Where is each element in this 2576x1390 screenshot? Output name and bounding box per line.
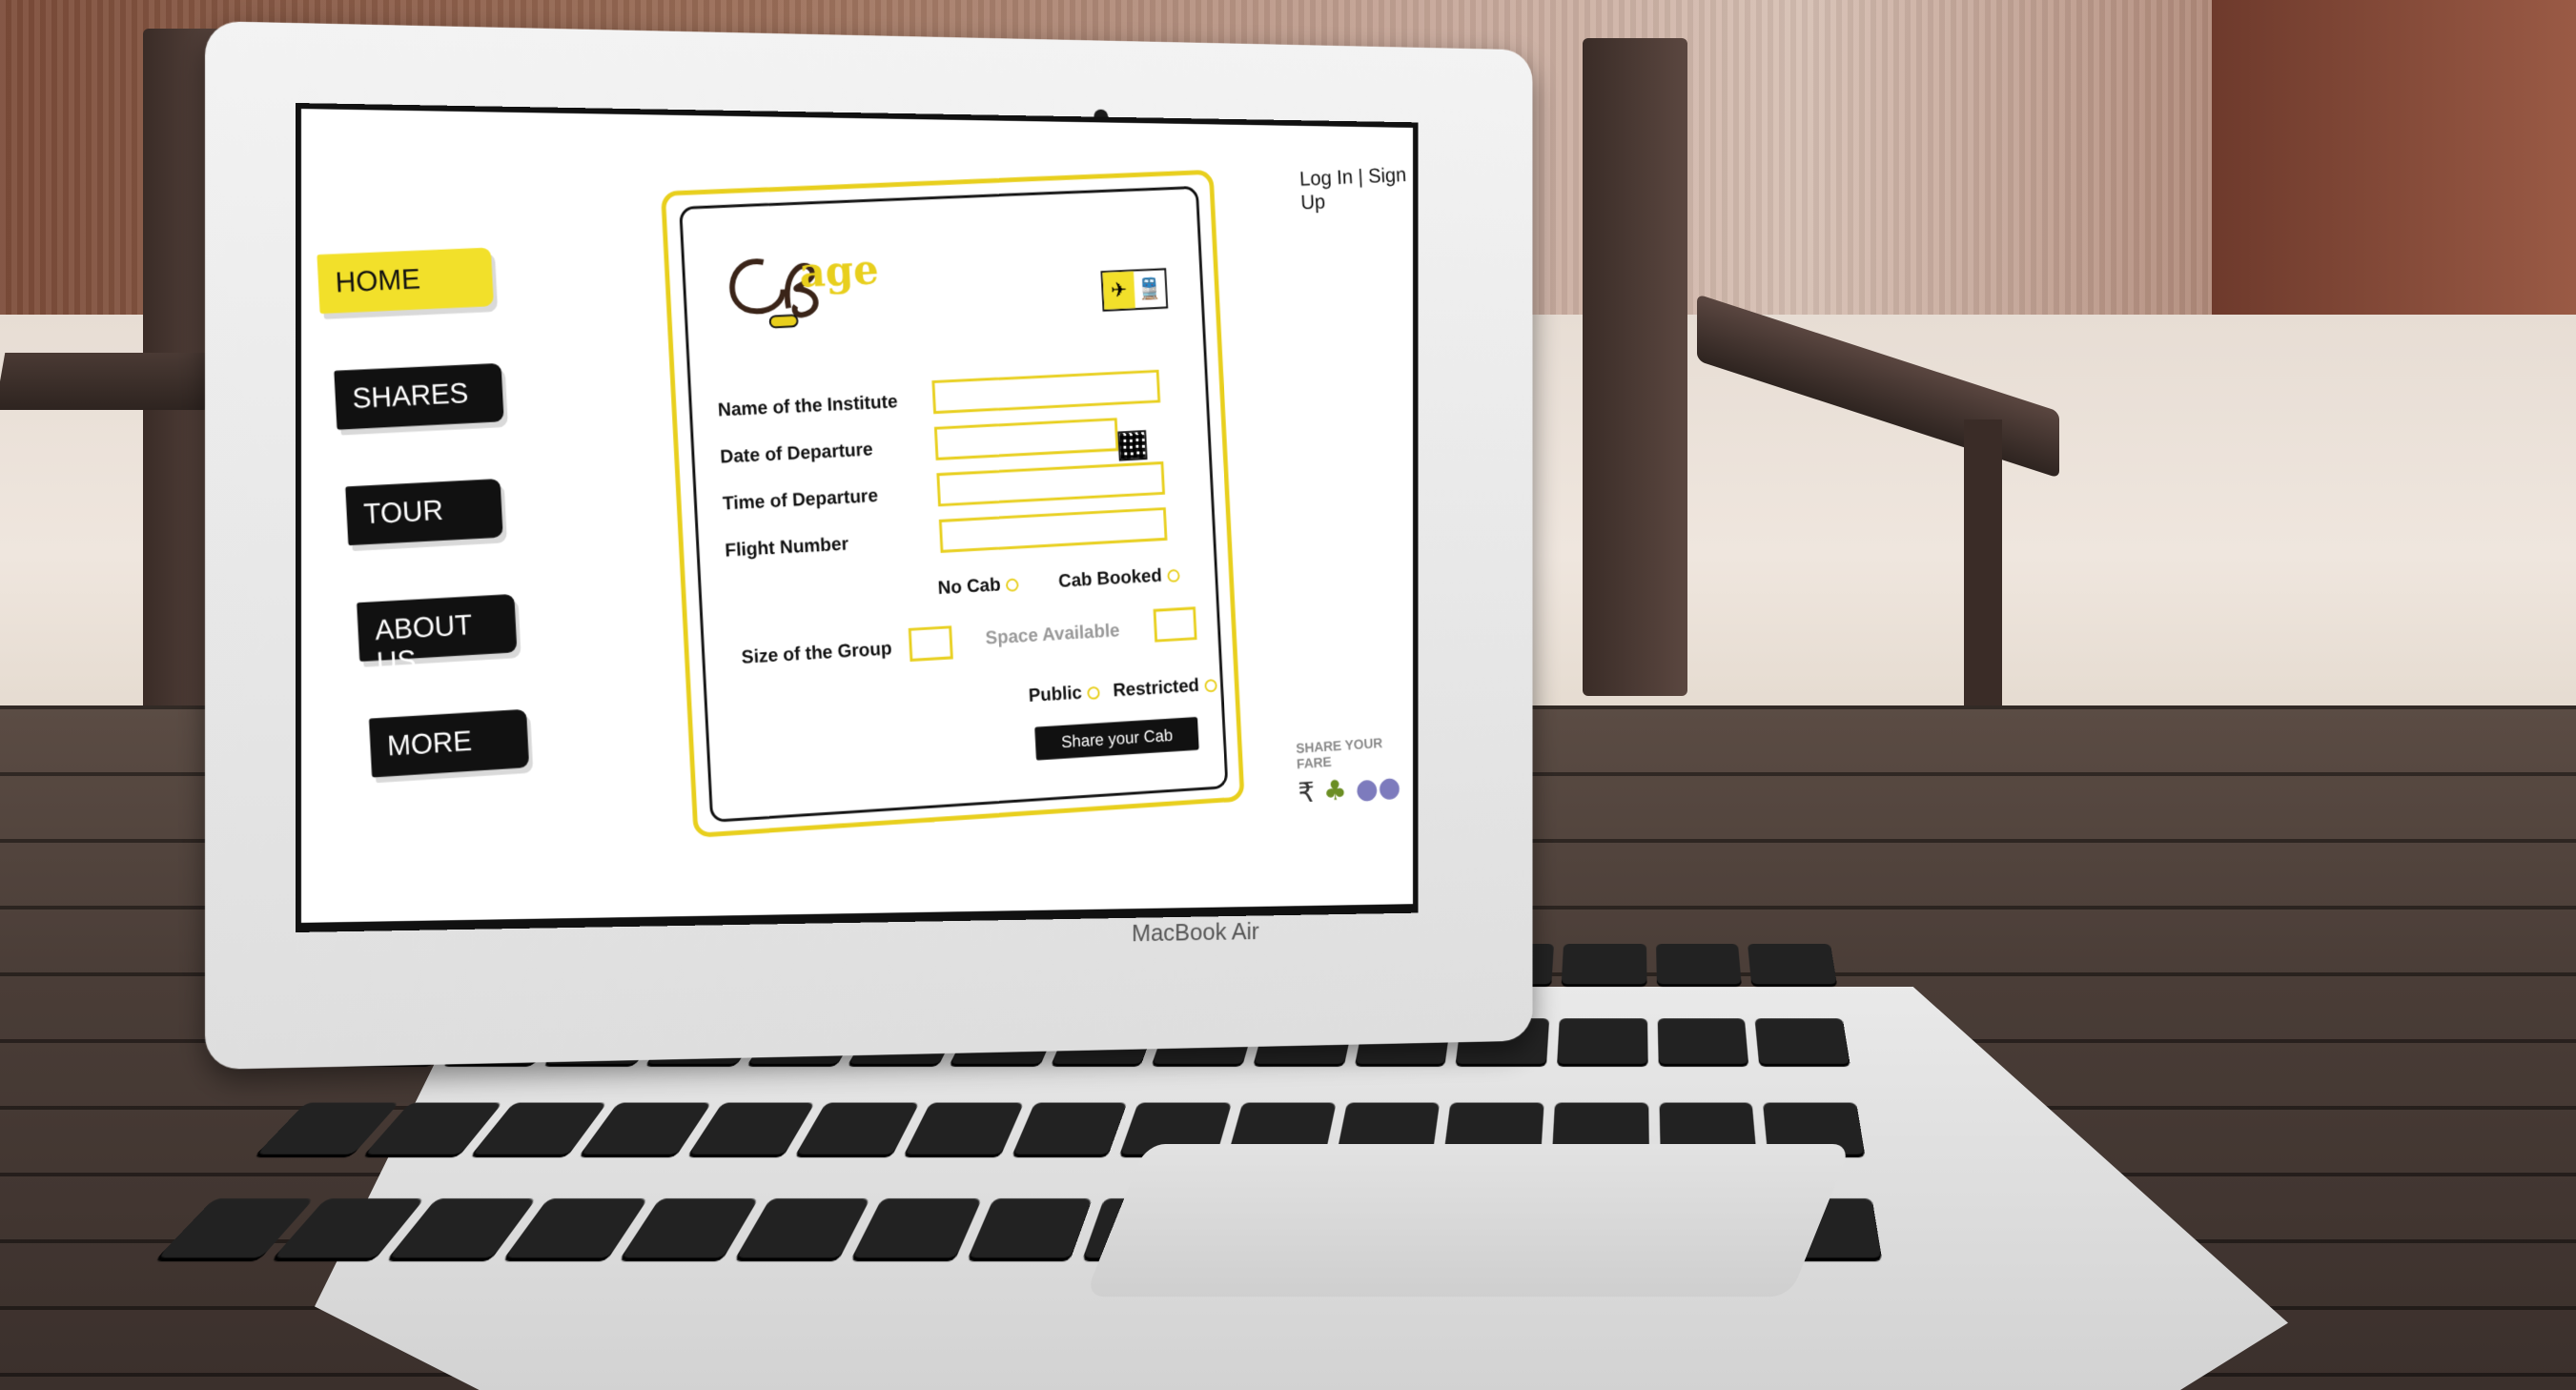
device-label: MacBook Air xyxy=(1132,917,1259,948)
departure-time-input[interactable] xyxy=(936,460,1166,507)
tree-icon: ♣ xyxy=(1322,774,1348,808)
institute-input[interactable] xyxy=(931,369,1161,415)
public-radio[interactable] xyxy=(1087,685,1100,700)
calendar-icon[interactable] xyxy=(1117,430,1148,461)
cab-booked-label: Cab Booked xyxy=(1057,565,1163,592)
cab-booked-option[interactable]: Cab Booked xyxy=(1058,564,1180,592)
chair-right xyxy=(1583,38,1687,696)
public-option[interactable]: Public xyxy=(1028,682,1100,707)
nav-tour[interactable]: TOUR xyxy=(345,479,503,546)
departure-time-label: Time of Departure xyxy=(722,485,879,515)
chair-right-leg xyxy=(1964,419,2002,734)
chair-left-arm xyxy=(0,353,215,410)
transport-toggle[interactable]: ✈ 🚆 xyxy=(1100,268,1169,312)
website-screen: HOME SHARES TOUR ABOUT US MORE Log In | … xyxy=(296,103,1419,932)
logo-wordmark: age xyxy=(798,246,880,297)
departure-date-input[interactable] xyxy=(933,418,1119,460)
no-cab-option[interactable]: No Cab xyxy=(937,574,1019,600)
background-brick xyxy=(2212,0,2576,315)
nav-about-us[interactable]: ABOUT US xyxy=(357,593,518,679)
rupee-icon: ₹ xyxy=(1297,776,1316,810)
no-cab-label: No Cab xyxy=(937,574,1002,599)
login-link[interactable]: Log In xyxy=(1299,165,1354,190)
nav-shares[interactable]: SHARES xyxy=(334,362,504,430)
trackpad xyxy=(1084,1144,1852,1297)
nav-more[interactable]: MORE xyxy=(368,708,530,778)
space-available-input[interactable] xyxy=(1153,606,1197,643)
restricted-label: Restricted xyxy=(1112,675,1200,702)
group-size-label: Size of the Group xyxy=(741,638,892,668)
plane-icon[interactable]: ✈ xyxy=(1102,271,1135,310)
restricted-option[interactable]: Restricted xyxy=(1113,674,1217,702)
nav-home[interactable]: HOME xyxy=(317,247,494,315)
booking-card: age ✈ 🚆 Name of the Institute Date of De… xyxy=(679,185,1229,824)
people-icon: ●● xyxy=(1354,770,1402,807)
auth-links: Log In | Sign Up xyxy=(1299,163,1415,215)
train-icon[interactable]: 🚆 xyxy=(1134,270,1166,308)
auth-separator: | xyxy=(1357,164,1364,188)
booking-card-frame: age ✈ 🚆 Name of the Institute Date of De… xyxy=(660,169,1245,838)
no-cab-radio[interactable] xyxy=(1005,578,1019,592)
space-available-label: Space Available xyxy=(985,620,1120,649)
flight-number-input[interactable] xyxy=(938,507,1168,553)
share-fare-badge: SHARE YOUR FARE ₹ ♣ ●● xyxy=(1296,733,1419,823)
departure-date-label: Date of Departure xyxy=(719,439,874,468)
restricted-radio[interactable] xyxy=(1204,678,1217,693)
flight-number-label: Flight Number xyxy=(724,533,849,562)
cab-booked-radio[interactable] xyxy=(1166,568,1180,583)
main-nav: HOME SHARES TOUR ABOUT US MORE xyxy=(317,247,530,830)
share-fare-title: SHARE YOUR FARE xyxy=(1295,735,1383,773)
institute-label: Name of the Institute xyxy=(717,391,898,421)
public-label: Public xyxy=(1028,683,1083,706)
share-cab-button[interactable]: Share your Cab xyxy=(1034,716,1199,761)
group-size-input[interactable] xyxy=(908,625,953,662)
